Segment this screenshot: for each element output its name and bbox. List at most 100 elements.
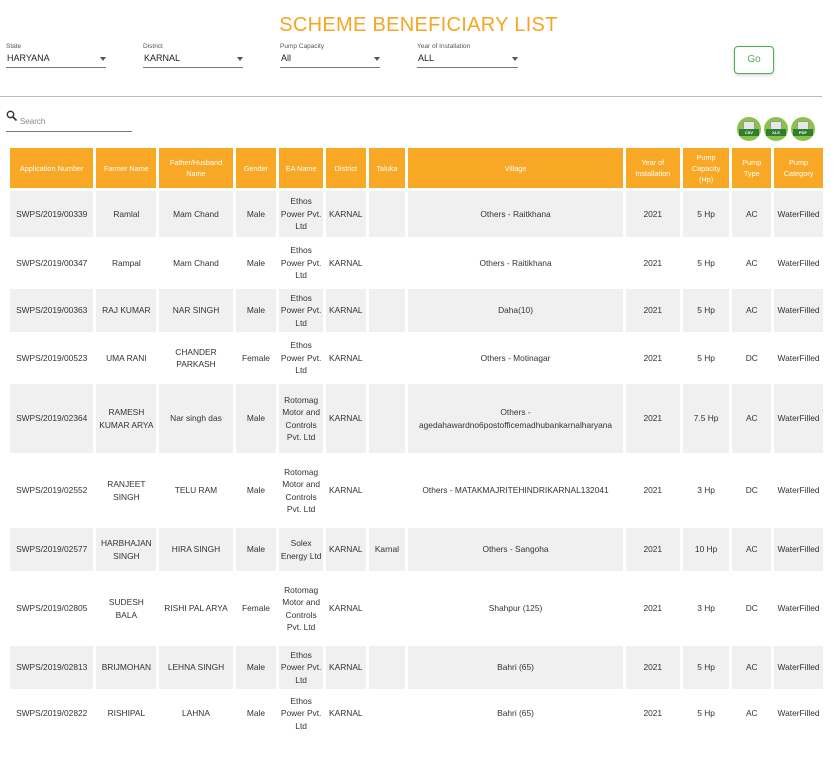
cell-district: KARNAL [325,384,366,453]
cell-pump-capacity: 3 Hp [682,456,730,525]
pump-capacity-value: All [281,53,292,63]
state-select[interactable]: HARYANA [6,52,106,68]
cell-village: Daha(10) [408,289,623,332]
year-filter-label: Year of Installation [417,43,471,50]
cell-district: KARNAL [325,289,366,332]
cell-gender: Male [235,646,277,689]
cell-pump-type: DC [732,574,772,643]
table-row[interactable]: SWPS/2019/02822 RISHIPAL LAHNA Male Ethos Po… [10,692,823,735]
column-header-district[interactable]: District [325,148,366,188]
xls-export-button[interactable]: XLS [764,117,788,141]
table-row[interactable]: SWPS/2019/00363 RAJ KUMAR NAR SINGH Male Eth… [10,289,823,332]
cell-ea-name: Ethos Power Pvt. Ltd [279,240,323,286]
csv-export-button[interactable]: CSV [737,117,761,141]
cell-father-husband-name: LEHNA SINGH [159,646,233,689]
column-header-taluka[interactable]: Taluka [368,148,406,188]
pump-capacity-select[interactable]: All [280,52,380,68]
cell-application-number: SWPS/2019/02364 [10,384,94,453]
cell-father-husband-name: HIRA SINGH [159,528,233,571]
cell-village: Others - agedahawardno6postofficemadhuba… [408,384,623,453]
cell-ea-name: Rotomag Motor and Controls Pvt. Ltd [279,456,323,525]
cell-application-number: SWPS/2019/02805 [10,574,94,643]
pump-capacity-filter-label: Pump Capacity [280,43,325,50]
cell-village: Others - MATAKMAJRITEHINDRIKARNAL132041 [408,456,623,525]
cell-pump-category: WaterFilled [774,528,823,571]
cell-taluka [368,646,406,689]
cell-farmer-name: HARBHAJAN SINGH [96,528,157,571]
table-row[interactable]: SWPS/2019/02813 BRIJMOHAN LEHNA SINGH Male E… [10,646,823,689]
cell-pump-capacity: 5 Hp [682,289,730,332]
cell-district: KARNAL [325,456,366,525]
cell-pump-capacity: 10 Hp [682,528,730,571]
cell-ea-name: Ethos Power Pvt. Ltd [279,692,323,735]
pdf-export-button[interactable]: PDF [791,117,815,141]
district-filter[interactable]: District KARNAL [143,43,243,69]
cell-pump-type: AC [732,240,772,286]
column-header-pump-category[interactable]: Pump Category [774,148,823,188]
cell-farmer-name: Rampal [96,240,157,286]
cell-application-number: SWPS/2019/02577 [10,528,94,571]
cell-father-husband-name: Nar singh das [159,384,233,453]
district-filter-label: District [143,43,163,50]
cell-taluka [368,191,406,237]
cell-father-husband-name: RISHI PAL ARYA [159,574,233,643]
search-placeholder: Search [20,117,46,126]
table-row[interactable]: SWPS/2019/02577 HARBHAJAN SINGH HIRA SINGH… [10,528,823,571]
column-header-pump-type[interactable]: Pump Type [732,148,772,188]
cell-district: KARNAL [325,574,366,643]
cell-pump-category: WaterFilled [774,692,823,735]
cell-pump-capacity: 3 Hp [682,574,730,643]
cell-village: Bahri (65) [408,692,623,735]
state-filter[interactable]: State HARYANA [6,43,106,69]
cell-pump-category: WaterFilled [774,289,823,332]
year-value: ALL [418,53,435,63]
cell-pump-type: AC [732,528,772,571]
table-row[interactable]: SWPS/2019/00339 Ramlal Mam Chand Male Ethos … [10,191,823,237]
cell-ea-name: Rotomag Motor and Controls Pvt. Ltd [279,574,323,643]
cell-ea-name: Ethos Power Pvt. Ltd [279,335,323,381]
divider [0,96,822,97]
cell-taluka [368,456,406,525]
column-header-year-of-installation[interactable]: Year of Installation [625,148,680,188]
cell-application-number: SWPS/2019/00363 [10,289,94,332]
cell-district: KARNAL [325,335,366,381]
column-header-farmer-name[interactable]: Farmer Name [96,148,157,188]
table-row[interactable]: SWPS/2019/02552 RANJEET SINGH TELU RAM Male… [10,456,823,525]
cell-pump-type: AC [732,692,772,735]
column-header-application-number[interactable]: Application Number [10,148,94,188]
column-header-gender[interactable]: Gender [235,148,277,188]
pump-capacity-filter[interactable]: Pump Capacity All [280,43,380,69]
cell-application-number: SWPS/2019/00523 [10,335,94,381]
cell-village: Others - Sangoha [408,528,623,571]
cell-farmer-name: BRIJMOHAN [96,646,157,689]
cell-pump-category: WaterFilled [774,574,823,643]
cell-pump-capacity: 5 Hp [682,692,730,735]
column-header-pump-capacity[interactable]: Pump Capacity (Hp) [682,148,730,188]
column-header-father-husband-name[interactable]: Father/Husband Name [159,148,233,188]
column-header-village[interactable]: Village [408,148,623,188]
cell-district: KARNAL [325,692,366,735]
column-header-ea-name[interactable]: EA Name [279,148,323,188]
cell-village: Others - Raitikhana [408,240,623,286]
pdf-label: PDF [793,129,813,136]
table-row[interactable]: SWPS/2019/00347 Rampal Mam Chand Male Ethos … [10,240,823,286]
cell-pump-type: DC [732,456,772,525]
cell-year-of-installation: 2021 [625,240,680,286]
cell-ea-name: Ethos Power Pvt. Ltd [279,289,323,332]
table-row[interactable]: SWPS/2019/02364 RAMESH KUMAR ARYA Nar sing… [10,384,823,453]
cell-farmer-name: RANJEET SINGH [96,456,157,525]
cell-pump-capacity: 5 Hp [682,646,730,689]
cell-farmer-name: RAMESH KUMAR ARYA [96,384,157,453]
cell-pump-category: WaterFilled [774,646,823,689]
year-filter[interactable]: Year of Installation ALL [417,43,518,69]
go-button[interactable]: Go [734,46,774,74]
cell-father-husband-name: LAHNA [159,692,233,735]
year-select[interactable]: ALL [417,52,518,68]
search-input[interactable]: Search [6,110,132,132]
cell-father-husband-name: Mam Chand [159,191,233,237]
district-select[interactable]: KARNAL [143,52,243,68]
cell-father-husband-name: TELU RAM [159,456,233,525]
cell-year-of-installation: 2021 [625,335,680,381]
table-row[interactable]: SWPS/2019/02805 SUDESH BALA RISHI PAL ARYA… [10,574,823,643]
table-row[interactable]: SWPS/2019/00523 UMA RANI CHANDER PARKASH Fe… [10,335,823,381]
